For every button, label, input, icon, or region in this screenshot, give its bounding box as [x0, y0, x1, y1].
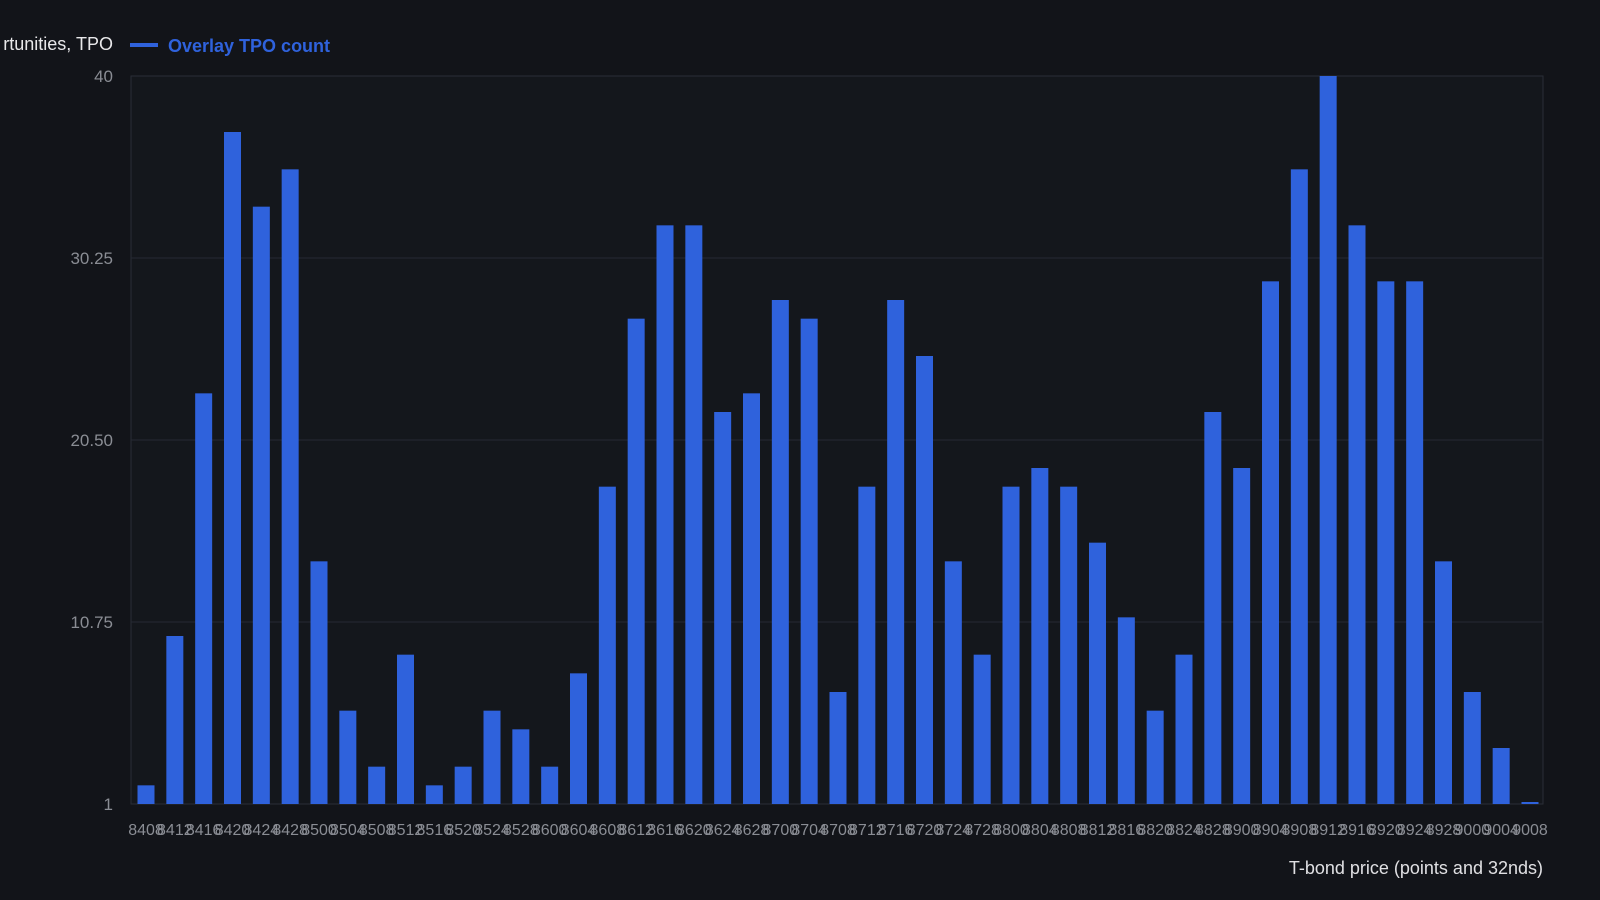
bar-8428[interactable] — [281, 169, 299, 805]
bar-8616[interactable] — [656, 225, 674, 805]
chart-root: rtunities, TPO Overlay TPO count 1 10.75 2… — [0, 0, 1600, 900]
y-tick-label: 30.25 — [70, 249, 113, 268]
y-axis-ticks: 1 10.75 20.50 30.25 40 — [70, 67, 113, 814]
bar-8416[interactable] — [195, 393, 213, 804]
bar-9004[interactable] — [1492, 748, 1510, 804]
bar-8816[interactable] — [1117, 617, 1135, 804]
bar-8900[interactable] — [1233, 468, 1251, 804]
bar-8700[interactable] — [771, 300, 789, 804]
bar-8820[interactable] — [1146, 710, 1164, 804]
bar-9000[interactable] — [1463, 692, 1481, 804]
bar-8812[interactable] — [1089, 542, 1106, 804]
y-tick-label: 10.75 — [70, 613, 113, 632]
bar-8516[interactable] — [425, 785, 443, 804]
bar-8704[interactable] — [800, 318, 818, 804]
bar-8424[interactable] — [252, 206, 270, 804]
bar-8716[interactable] — [887, 300, 905, 804]
legend-entry-1-label[interactable]: Overlay TPO count — [168, 36, 330, 56]
bar-8712[interactable] — [858, 486, 876, 804]
legend-entry-0-label: rtunities, TPO — [3, 34, 113, 54]
y-tick-label: 40 — [94, 67, 113, 86]
bar-8512[interactable] — [397, 654, 414, 804]
x-axis-ticks: 8408841284168420842484288500850485088512… — [128, 822, 1548, 839]
bar-8804[interactable] — [1031, 468, 1049, 804]
bar-8508[interactable] — [368, 766, 386, 804]
bar-8720[interactable] — [916, 356, 933, 804]
bar-8904[interactable] — [1262, 281, 1279, 804]
bar-8628[interactable] — [743, 393, 760, 804]
bar-8604[interactable] — [570, 673, 587, 804]
bar-8612[interactable] — [627, 318, 645, 804]
bar-8408[interactable] — [137, 785, 155, 804]
bar-8928[interactable] — [1435, 561, 1452, 804]
bar-8924[interactable] — [1406, 281, 1424, 804]
bar-8724[interactable] — [944, 561, 962, 804]
bar-8520[interactable] — [454, 766, 472, 804]
bar-8524[interactable] — [483, 710, 501, 804]
bar-8600[interactable] — [541, 766, 559, 804]
y-tick-label: 20.50 — [70, 431, 113, 450]
bar-8528[interactable] — [512, 729, 530, 804]
bar-8608[interactable] — [598, 486, 616, 804]
bar-8824[interactable] — [1175, 654, 1193, 804]
x-axis-title: T-bond price (points and 32nds) — [1289, 858, 1543, 878]
bar-8916[interactable] — [1348, 225, 1366, 805]
bar-8624[interactable] — [714, 412, 732, 804]
bar-8504[interactable] — [339, 710, 357, 804]
x-tick-label: 9008 — [1512, 822, 1548, 839]
legend: rtunities, TPO Overlay TPO count — [3, 34, 330, 56]
y-tick-label: 1 — [104, 795, 113, 814]
bar-8828[interactable] — [1204, 412, 1222, 804]
bar-9008[interactable] — [1521, 802, 1539, 804]
bar-8800[interactable] — [1002, 486, 1020, 804]
bar-8500[interactable] — [310, 561, 328, 804]
bar-chart: rtunities, TPO Overlay TPO count 1 10.75 2… — [3, 34, 1548, 878]
bar-8908[interactable] — [1290, 169, 1308, 805]
bar-8728[interactable] — [973, 654, 991, 804]
bar-8920[interactable] — [1377, 281, 1395, 804]
bar-8412[interactable] — [166, 636, 184, 804]
bar-8420[interactable] — [224, 132, 241, 804]
bar-8912[interactable] — [1319, 76, 1337, 804]
bar-8708[interactable] — [829, 692, 847, 804]
bar-8808[interactable] — [1060, 486, 1078, 804]
bar-8620[interactable] — [685, 225, 703, 805]
